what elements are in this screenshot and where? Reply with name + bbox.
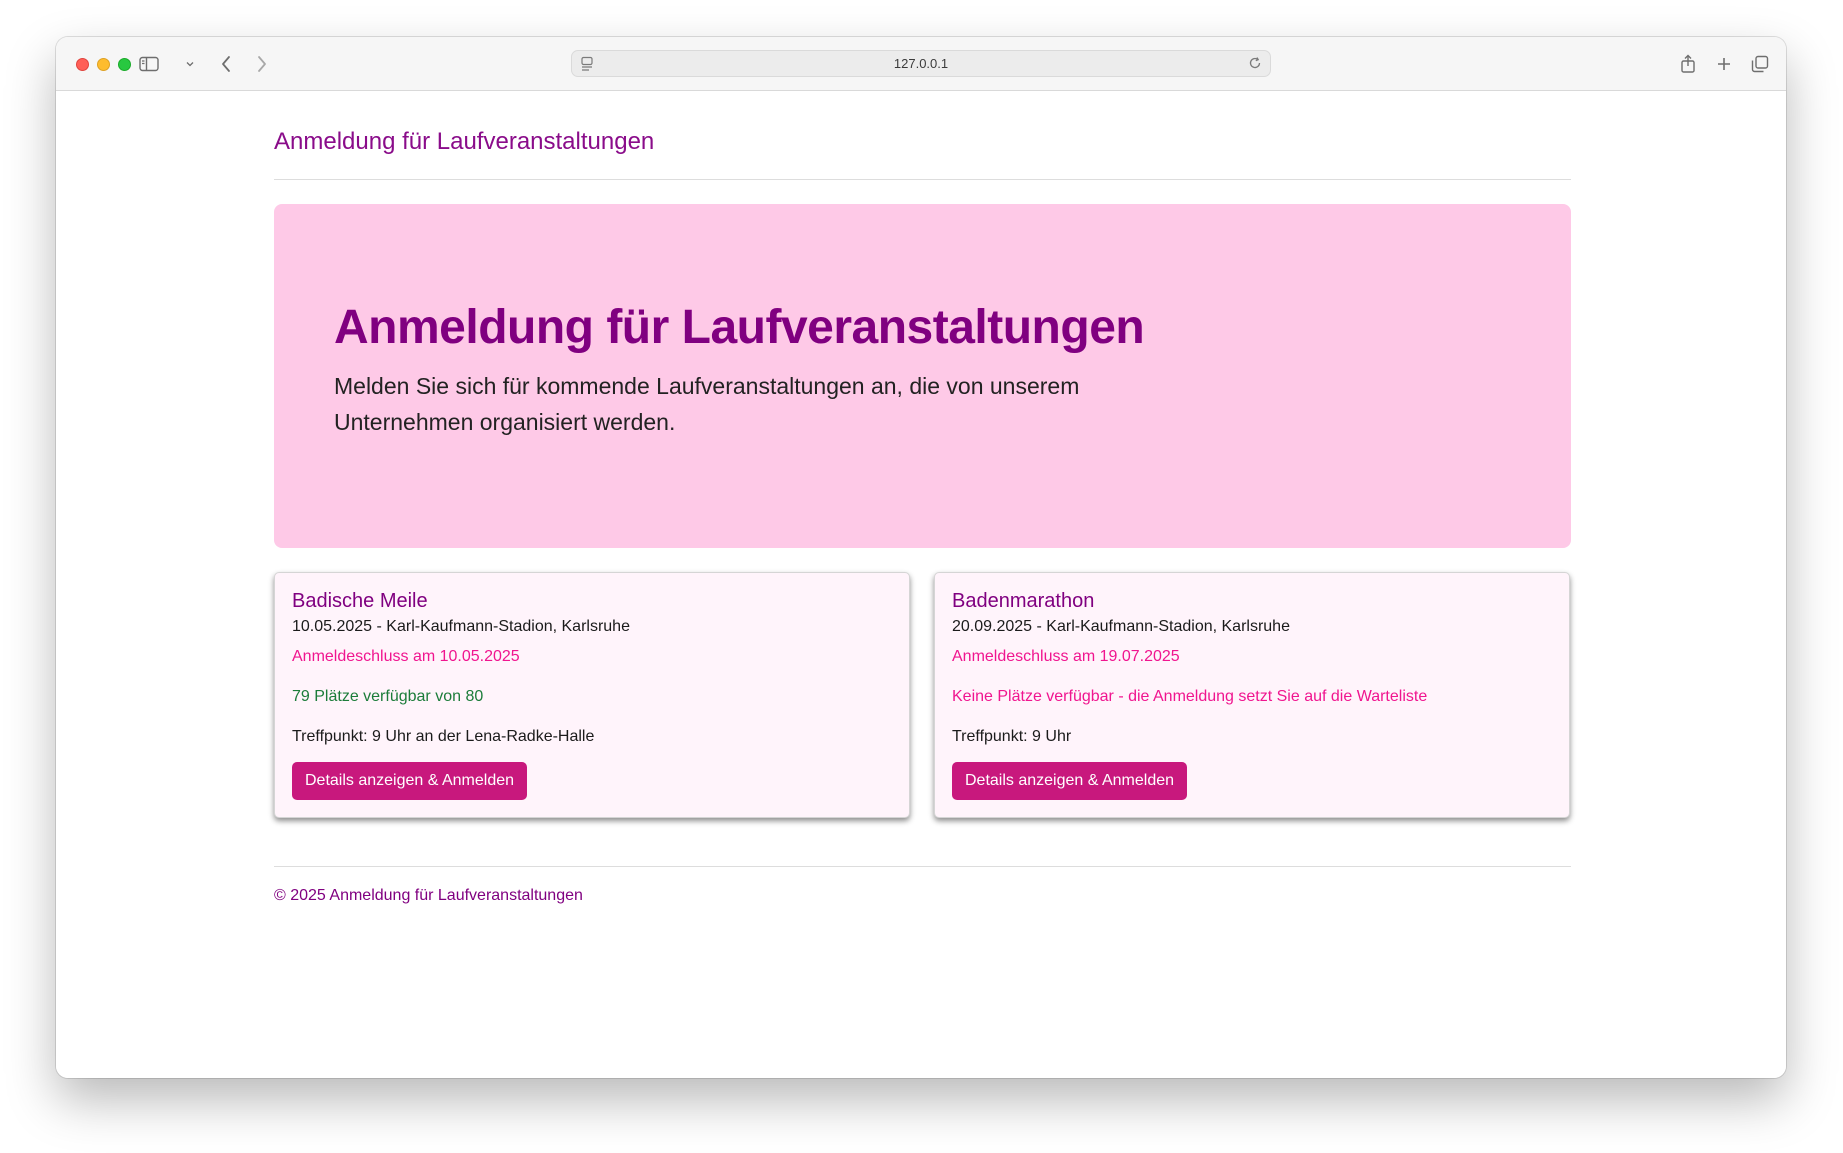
event-seats: 79 Plätze verfügbar von 80 bbox=[292, 688, 484, 705]
event-date-location: 10.05.2025 - Karl-Kaufmann-Stadion, Karl… bbox=[292, 618, 630, 635]
address-bar[interactable]: 127.0.0.1 bbox=[571, 50, 1271, 77]
chevron-right-icon[interactable] bbox=[252, 52, 272, 76]
url-text[interactable]: 127.0.0.1 bbox=[572, 51, 1270, 76]
navbar-brand[interactable]: Anmeldung für Laufveranstaltungen bbox=[274, 127, 1571, 157]
screen: 127.0.0.1 Anmeldung für Laufveranstaltun… bbox=[0, 0, 1843, 1153]
event-title: Badenmarathon bbox=[952, 590, 1095, 612]
hero-banner: Anmeldung für Laufveranstaltungen Melden… bbox=[274, 204, 1571, 548]
chevron-down-icon[interactable] bbox=[184, 52, 196, 76]
event-list: Badische Meile 10.05.2025 - Karl-Kaufman… bbox=[274, 572, 1571, 818]
browser-window: 127.0.0.1 Anmeldung für Laufveranstaltun… bbox=[56, 37, 1786, 1078]
hero-lead: Melden Sie sich für kommende Laufveranst… bbox=[334, 373, 1080, 435]
sidebar-icon[interactable] bbox=[138, 52, 160, 76]
footer-divider bbox=[274, 866, 1571, 867]
event-deadline: Anmeldeschluss am 19.07.2025 bbox=[952, 648, 1180, 665]
tabs-icon[interactable] bbox=[1750, 52, 1770, 76]
minimize-window-button[interactable] bbox=[97, 58, 110, 71]
zoom-window-button[interactable] bbox=[118, 58, 131, 71]
reload-icon[interactable] bbox=[1248, 56, 1262, 75]
event-meeting-point: Treffpunkt: 9 Uhr bbox=[952, 728, 1072, 745]
event-title: Badische Meile bbox=[292, 590, 428, 612]
header-divider bbox=[274, 179, 1571, 180]
details-register-button[interactable]: Details anzeigen & Anmelden bbox=[952, 762, 1188, 800]
window-controls bbox=[76, 58, 131, 71]
footer-text: © 2025 Anmeldung für Laufveranstaltungen bbox=[274, 887, 583, 904]
chevron-left-icon[interactable] bbox=[216, 52, 236, 76]
event-card: Badische Meile 10.05.2025 - Karl-Kaufman… bbox=[274, 572, 910, 818]
hero-title: Anmeldung für Laufveranstaltungen bbox=[334, 301, 1145, 354]
details-register-button[interactable]: Details anzeigen & Anmelden bbox=[292, 762, 528, 800]
browser-toolbar: 127.0.0.1 bbox=[56, 37, 1786, 91]
event-date-location: 20.09.2025 - Karl-Kaufmann-Stadion, Karl… bbox=[952, 618, 1290, 635]
event-meeting-point: Treffpunkt: 9 Uhr an der Lena-Radke-Hall… bbox=[292, 728, 595, 745]
close-window-button[interactable] bbox=[76, 58, 89, 71]
event-card: Badenmarathon 20.09.2025 - Karl-Kaufmann… bbox=[934, 572, 1570, 818]
event-deadline: Anmeldeschluss am 10.05.2025 bbox=[292, 648, 520, 665]
event-seats: Keine Plätze verfügbar - die Anmeldung s… bbox=[952, 688, 1428, 705]
page-container: Anmeldung für Laufveranstaltungen Anmeld… bbox=[274, 91, 1571, 907]
share-icon[interactable] bbox=[1678, 52, 1698, 76]
plus-icon[interactable] bbox=[1714, 52, 1734, 76]
web-page: Anmeldung für Laufveranstaltungen Anmeld… bbox=[56, 91, 1786, 1078]
